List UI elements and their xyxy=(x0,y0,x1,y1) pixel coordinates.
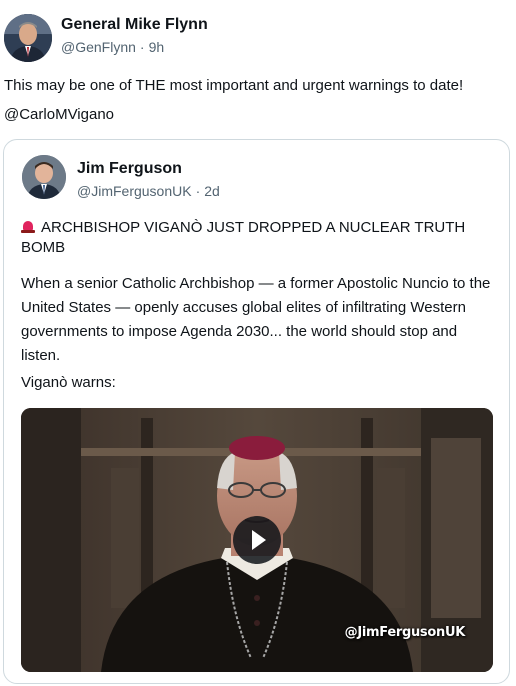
post-text: This may be one of THE most important an… xyxy=(4,77,464,94)
quoted-author-name[interactable]: Jim Ferguson xyxy=(77,160,182,178)
separator-dot: · xyxy=(195,183,201,199)
avatar[interactable] xyxy=(4,14,52,62)
post-time[interactable]: 9h xyxy=(149,39,165,55)
mention-link[interactable]: @CarloMVigano xyxy=(4,106,114,123)
quoted-author-handle[interactable]: @JimFergusonUK xyxy=(77,183,192,199)
video-watermark: @JimFergusonUK xyxy=(344,625,466,640)
quoted-headline: ARCHBISHOP VIGANÒ JUST DROPPED A NUCLEAR… xyxy=(21,218,491,258)
author-avatar-image xyxy=(4,14,52,62)
separator-dot: · xyxy=(139,39,145,55)
tweet: General Mike Flynn @GenFlynn · 9h This may… xyxy=(0,0,516,686)
quoted-headline-text: ARCHBISHOP VIGANÒ JUST DROPPED A NUCLEAR… xyxy=(21,219,466,256)
quoted-body-text: When a senior Catholic Archbishop — a fo… xyxy=(21,275,491,364)
author-name[interactable]: General Mike Flynn xyxy=(61,16,208,34)
quoted-post-time[interactable]: 2d xyxy=(204,183,220,199)
video-player[interactable]: @JimFergusonUK xyxy=(21,408,493,672)
author-meta: @GenFlynn · 9h xyxy=(61,39,164,55)
quoted-author-meta: @JimFergusonUK · 2d xyxy=(77,183,220,199)
play-icon[interactable] xyxy=(233,516,281,564)
quoted-avatar[interactable] xyxy=(22,155,66,199)
police-siren-icon xyxy=(21,221,35,233)
quoted-warns-text: Viganò warns: xyxy=(21,374,116,391)
quoted-avatar-image xyxy=(22,155,66,199)
author-handle[interactable]: @GenFlynn xyxy=(61,39,136,55)
